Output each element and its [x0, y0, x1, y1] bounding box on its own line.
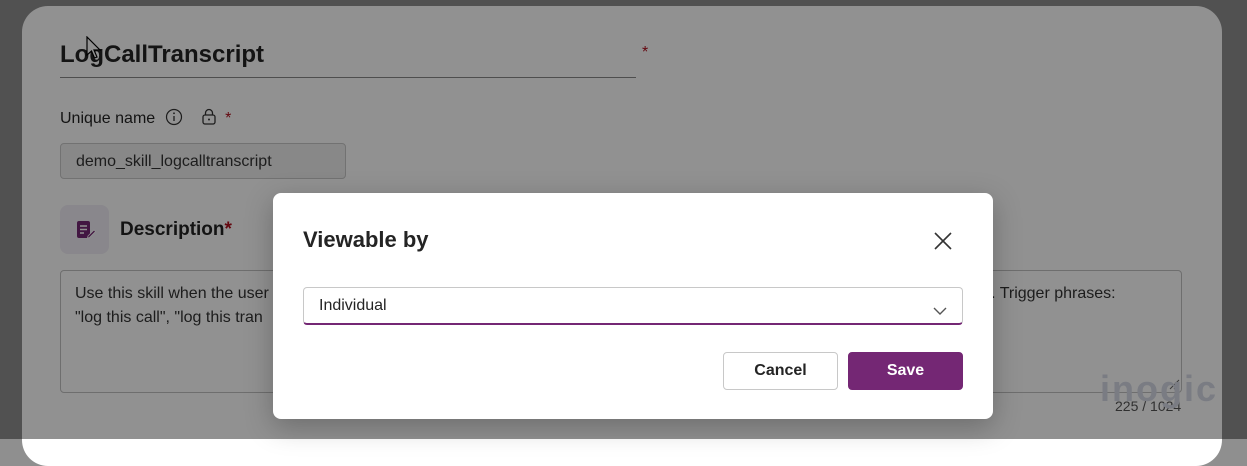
save-button[interactable]: Save	[848, 352, 963, 390]
cancel-button[interactable]: Cancel	[723, 352, 838, 390]
select-value: Individual	[319, 297, 387, 314]
viewable-by-dialog: Viewable by Individual Cancel Save	[273, 193, 993, 419]
dialog-title: Viewable by	[303, 227, 429, 252]
close-icon[interactable]	[929, 227, 957, 255]
chevron-down-icon	[932, 297, 948, 333]
viewable-by-select[interactable]: Individual	[303, 287, 963, 325]
